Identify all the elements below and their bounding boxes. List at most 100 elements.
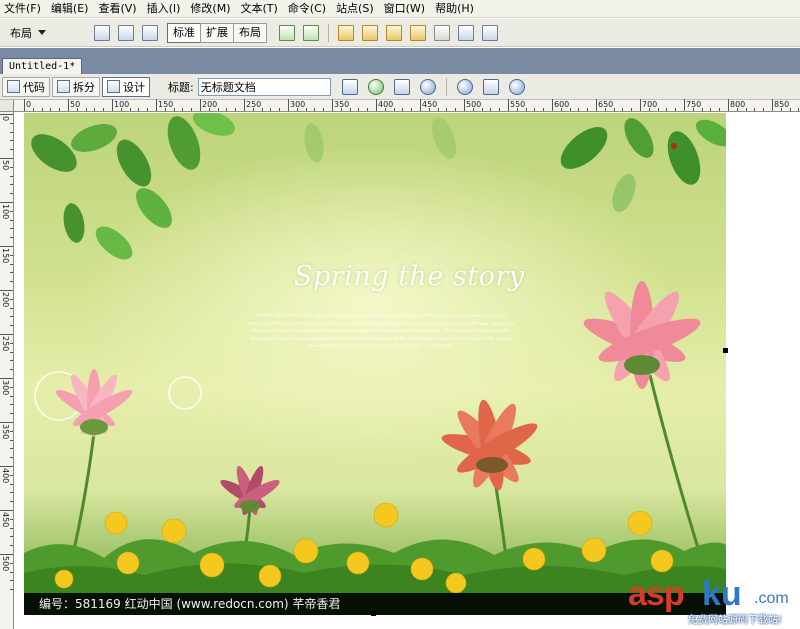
ruler-minor-tick <box>604 108 606 111</box>
ruler-minor-tick <box>85 108 87 111</box>
code-icon <box>7 80 20 93</box>
insert-category-dropdown[interactable]: 布局 <box>10 25 72 41</box>
menu-edit[interactable]: 编辑(E) <box>47 0 95 18</box>
ruler-major-tick <box>0 466 13 467</box>
ruler-minor-tick <box>525 108 527 111</box>
design-view-button[interactable]: 设计 <box>102 76 150 97</box>
ruler-minor-tick <box>10 307 13 309</box>
design-canvas[interactable]: Spring the story PUNIC INSTINCT, INC. st… <box>15 113 800 629</box>
tabular-data-icon[interactable] <box>338 24 354 41</box>
view-options-icon[interactable] <box>482 78 499 95</box>
ruler-minor-tick <box>10 562 13 564</box>
frames-icon[interactable] <box>434 24 450 41</box>
ruler-major-tick <box>508 99 509 111</box>
mode-standard-button[interactable]: 标准 <box>167 22 201 43</box>
menu-commands[interactable]: 命令(C) <box>284 0 332 18</box>
validate-markup-icon[interactable] <box>419 78 436 95</box>
frames-dropdown-icon[interactable] <box>458 24 474 41</box>
insert-div-icon[interactable] <box>118 24 134 41</box>
row-above-icon[interactable] <box>362 24 378 41</box>
ruler-minor-tick <box>94 108 96 111</box>
menu-insert[interactable]: 插入(I) <box>143 0 187 18</box>
ruler-minor-tick <box>384 108 386 111</box>
ruler-minor-tick <box>226 108 228 111</box>
ruler-major-tick <box>24 99 25 111</box>
ruler-minor-tick <box>191 108 193 111</box>
document-tab[interactable]: Untitled-1* <box>2 58 83 74</box>
ruler-minor-tick <box>10 536 13 538</box>
ruler-minor-tick <box>560 108 562 111</box>
ruler-minor-tick <box>10 404 13 406</box>
ruler-minor-tick <box>10 430 13 432</box>
page-title-input[interactable] <box>197 77 331 96</box>
menu-view[interactable]: 查看(V) <box>94 0 142 18</box>
file-management-icon[interactable] <box>341 78 358 95</box>
ruler-major-tick <box>464 99 465 111</box>
ruler-minor-tick <box>10 492 13 494</box>
ruler-minor-tick <box>10 457 13 459</box>
ruler-minor-tick <box>10 263 13 265</box>
insert-toolbar: 布局 标准 扩展 布局 <box>0 19 800 47</box>
insert-category-label: 布局 <box>10 26 32 40</box>
horizontal-ruler[interactable]: 0 50 100 150 200 250 300 350 400 450 500 550 600 650 7… <box>14 99 800 112</box>
ruler-minor-tick <box>10 254 13 256</box>
ruler-minor-tick <box>323 108 325 111</box>
layout-cell-icon[interactable] <box>303 24 319 41</box>
layer-icon[interactable] <box>142 24 158 41</box>
tag-chooser-icon[interactable] <box>482 24 498 41</box>
resize-handle-right[interactable] <box>723 348 728 353</box>
ruler-minor-tick <box>10 298 13 300</box>
ruler-major-tick <box>0 158 13 159</box>
ruler-minor-tick <box>587 108 589 111</box>
ruler-minor-tick <box>10 122 13 124</box>
menu-text[interactable]: 文本(T) <box>236 0 283 18</box>
layout-table-icon[interactable] <box>279 24 295 41</box>
artwork-caption: 编号：581169 红动中国 (www.redocn.com) 芊帝香君 <box>39 597 341 611</box>
menu-modify[interactable]: 修改(M) <box>186 0 236 18</box>
vertical-ruler[interactable]: 0 50 100 150 200 250 300 350 400 450 500 <box>0 112 14 629</box>
mode-layout-button[interactable]: 布局 <box>233 22 267 43</box>
ruler-minor-tick <box>10 272 13 274</box>
spring-artwork-image[interactable]: Spring the story PUNIC INSTINCT, INC. st… <box>24 113 726 615</box>
split-icon <box>57 80 70 93</box>
artwork-illustration <box>24 113 726 615</box>
ruler-minor-tick <box>10 527 13 529</box>
refresh-icon[interactable] <box>456 78 473 95</box>
ruler-minor-tick <box>279 108 281 111</box>
ruler-label: 150 <box>1 248 10 264</box>
ruler-minor-tick <box>10 219 13 221</box>
debug-icon[interactable] <box>393 78 410 95</box>
ruler-minor-tick <box>780 108 782 111</box>
code-view-button[interactable]: 代码 <box>2 76 50 97</box>
ruler-major-tick <box>596 99 597 111</box>
chevron-down-icon <box>38 30 46 35</box>
ruler-label: 200 <box>1 292 10 308</box>
mode-expanded-button[interactable]: 扩展 <box>200 22 234 43</box>
ruler-major-tick <box>0 290 13 291</box>
menu-window[interactable]: 窗口(W) <box>380 0 431 18</box>
menu-site[interactable]: 站点(S) <box>332 0 380 18</box>
menu-file[interactable]: 文件(F) <box>0 0 47 18</box>
ruler-major-tick <box>0 422 13 423</box>
document-toolbar: 代码 拆分 设计 标题: <box>0 74 800 100</box>
resize-handle-bottom[interactable] <box>371 611 376 616</box>
ruler-origin[interactable] <box>0 100 14 112</box>
column-right-icon[interactable] <box>410 24 426 41</box>
preview-in-browser-icon[interactable] <box>367 78 384 95</box>
leaves-top-right <box>560 118 726 213</box>
ruler-minor-tick <box>543 108 545 111</box>
ruler-minor-tick <box>10 439 13 441</box>
split-view-label: 拆分 <box>73 80 95 94</box>
split-view-button[interactable]: 拆分 <box>52 76 100 97</box>
ruler-minor-tick <box>270 108 272 111</box>
ruler-major-tick <box>684 99 685 111</box>
menu-help[interactable]: 帮助(H) <box>431 0 480 18</box>
document-tab-strip: Untitled-1* <box>0 48 800 74</box>
table-icon[interactable] <box>94 24 110 41</box>
ruler-minor-tick <box>578 108 580 111</box>
ruler-minor-tick <box>481 108 483 111</box>
ruler-major-tick <box>68 99 69 111</box>
visual-aids-icon[interactable] <box>508 78 525 95</box>
ruler-minor-tick <box>164 108 166 111</box>
column-left-icon[interactable] <box>386 24 402 41</box>
